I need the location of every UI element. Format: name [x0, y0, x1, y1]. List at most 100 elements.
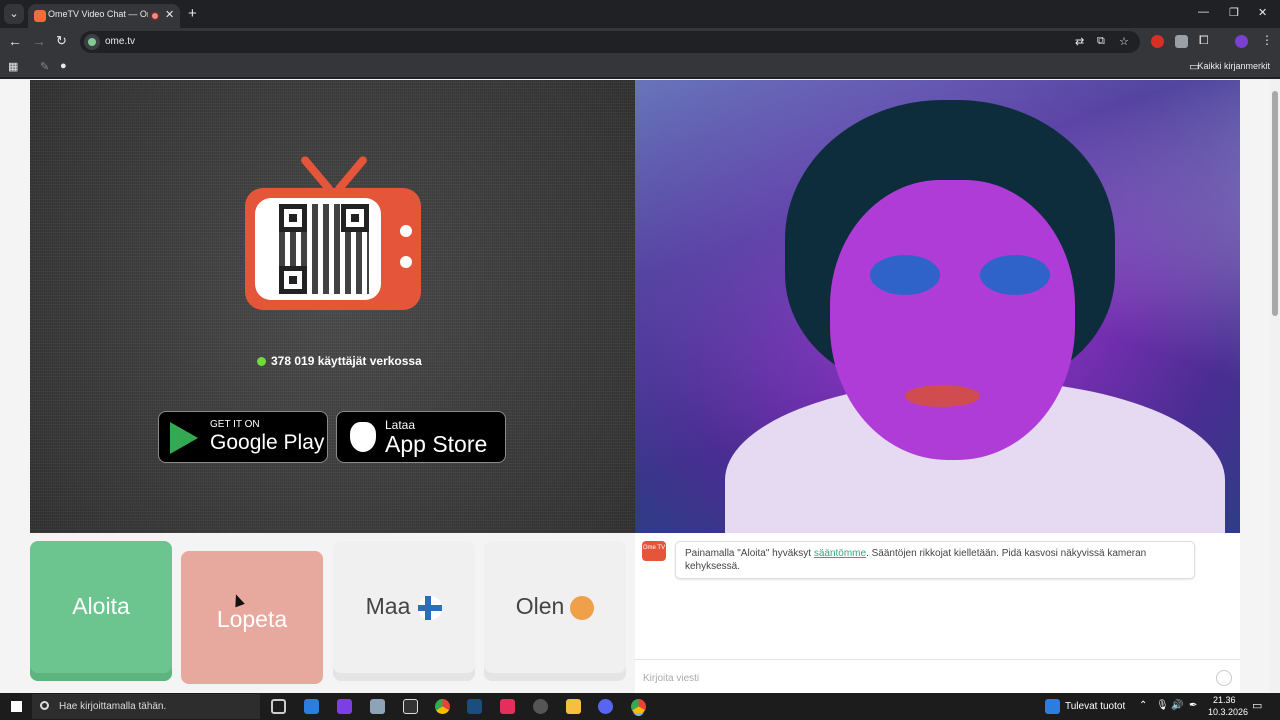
country-button[interactable]: Maa: [333, 541, 475, 681]
extension-gray-icon[interactable]: [1175, 35, 1188, 48]
gender-button-label: Olen: [515, 593, 565, 619]
clock-time[interactable]: 21.36: [1213, 695, 1236, 705]
self-camera-video: [635, 80, 1240, 533]
task-view-icon[interactable]: [271, 699, 286, 714]
chrome-active-icon[interactable]: [631, 699, 646, 714]
windows-start-icon[interactable]: [11, 701, 22, 712]
tv-knob: [400, 256, 412, 268]
all-bookmarks-link[interactable]: Kaikki kirjanmerkit: [1197, 61, 1270, 71]
start-button-label: Aloita: [72, 593, 130, 619]
tv-qr-logo: [245, 152, 421, 312]
extension-red-icon[interactable]: [1151, 35, 1164, 48]
discord-icon[interactable]: [598, 699, 613, 714]
qr-corner: [279, 204, 307, 232]
recording-indicator-icon: [150, 11, 160, 21]
bookmark-edit-icon[interactable]: ✎: [40, 60, 49, 73]
bookmark-star-icon[interactable]: ☆: [1119, 35, 1129, 48]
users-online-text: 378 019 käyttäjät verkossa: [271, 354, 422, 368]
tv-screen: [255, 198, 381, 300]
chrome-icon[interactable]: [435, 699, 450, 714]
back-button[interactable]: ←: [8, 33, 22, 49]
stop-button-label: Lopeta: [216, 606, 288, 632]
windows-taskbar: Hae kirjoittamalla tähän. Tulevat tuotot…: [0, 693, 1280, 720]
store-app-icon[interactable]: [304, 699, 319, 714]
news-widget-icon[interactable]: [1045, 699, 1060, 714]
install-app-icon[interactable]: ⧉: [1097, 35, 1105, 48]
page-scrollbar[interactable]: [1270, 79, 1280, 693]
browser-tab-strip: ⌄ OmeTV Video Chat — Ome ✕ + — ❐ ✕: [0, 0, 1280, 28]
ometv-page: 378 019 käyttäjät verkossa GET IT ON Goo…: [0, 79, 1270, 693]
forward-button[interactable]: →: [32, 33, 46, 49]
taskbar-search-placeholder: Hae kirjoittamalla tähän.: [59, 701, 167, 712]
minimize-button[interactable]: —: [1198, 6, 1209, 18]
ometv-chat-logo-icon: Ome TV: [642, 541, 666, 561]
users-online-count: 378 019 käyttäjät verkossa: [257, 354, 422, 368]
app-circle-icon[interactable]: [533, 699, 548, 714]
bookmark-site-icon[interactable]: ●: [60, 60, 67, 72]
woman-emoji-icon: [570, 595, 595, 620]
taskbar-search[interactable]: Hae kirjoittamalla tähän.: [32, 694, 260, 719]
browser-tab[interactable]: OmeTV Video Chat — Ome ✕: [28, 4, 180, 28]
system-message: Painamalla "Aloita" hyväksyt sääntömme. …: [675, 541, 1195, 579]
reload-button[interactable]: ↻: [56, 33, 67, 49]
rules-link[interactable]: sääntömme: [814, 548, 866, 559]
start-button[interactable]: Aloita: [30, 541, 172, 681]
app-gray-icon[interactable]: [370, 699, 385, 714]
restore-button[interactable]: ❐: [1229, 6, 1239, 19]
emoji-picker-icon[interactable]: [1216, 670, 1232, 686]
close-tab-icon[interactable]: ✕: [165, 8, 174, 21]
chat-message-input[interactable]: Kirjoita viesti: [635, 659, 1240, 693]
google-play-big-text: Google Play: [210, 431, 325, 454]
app-store-small-text: Lataa: [385, 418, 416, 432]
pen-icon[interactable]: ✒: [1189, 700, 1197, 711]
notifications-icon[interactable]: ▭: [1252, 699, 1262, 712]
google-play-small-text: GET IT ON: [210, 419, 260, 430]
camera-person-mouth: [905, 385, 980, 407]
close-window-button[interactable]: ✕: [1258, 6, 1267, 19]
partner-video-area: 378 019 käyttäjät verkossa GET IT ON Goo…: [30, 80, 635, 533]
country-button-label: Maa: [365, 593, 411, 619]
apple-icon: [350, 422, 376, 452]
google-play-icon: [170, 422, 198, 454]
profile-avatar[interactable]: [1235, 35, 1248, 48]
finland-flag-icon: [418, 595, 443, 620]
camera-person-face: [830, 180, 1075, 460]
qr-corner: [341, 204, 369, 232]
qr-corner: [279, 266, 307, 294]
steam-icon[interactable]: [467, 699, 482, 714]
address-bar[interactable]: ome.tv ⇄ ⧉ ☆: [80, 31, 1140, 53]
site-info-icon[interactable]: [84, 34, 100, 50]
online-dot-icon: [257, 357, 266, 367]
menu-more-icon[interactable]: ⋮: [1261, 33, 1273, 47]
scrollbar-thumb[interactable]: [1272, 91, 1278, 316]
capcut-icon[interactable]: [403, 699, 418, 714]
ometv-favicon-icon: [34, 10, 46, 22]
tray-chevron-icon[interactable]: ⌃: [1139, 700, 1147, 711]
browser-toolbar: ← → ↻ ome.tv ⇄ ⧉ ☆ ⧠ ⋮: [0, 28, 1280, 56]
stop-button[interactable]: Lopeta: [181, 551, 323, 684]
bookmarks-bar: ▦ ✎ ● ▭ Kaikki kirjanmerkit: [0, 56, 1280, 78]
news-widget-label[interactable]: Tulevat tuotot: [1065, 701, 1125, 712]
tiktok-icon[interactable]: [500, 699, 515, 714]
app-store-big-text: App Store: [385, 431, 488, 457]
new-tab-button[interactable]: +: [188, 5, 197, 22]
gender-button[interactable]: Olen: [484, 541, 626, 681]
google-play-badge[interactable]: GET IT ON Google Play: [158, 411, 328, 463]
translate-icon[interactable]: ⇄: [1075, 35, 1084, 48]
apps-grid-icon[interactable]: ▦: [8, 60, 18, 73]
clock-date[interactable]: 10.3.2026: [1208, 707, 1248, 717]
chat-input-placeholder: Kirjoita viesti: [643, 673, 700, 684]
tv-knob: [400, 225, 412, 237]
file-explorer-icon[interactable]: [566, 699, 581, 714]
app-store-badge[interactable]: Lataa App Store: [336, 411, 506, 463]
camera-person-eye: [980, 255, 1050, 295]
tv-body: [245, 188, 421, 310]
search-icon: [40, 701, 49, 710]
message-prefix: Painamalla "Aloita" hyväksyt: [685, 548, 814, 559]
microphone-icon[interactable]: 🎙: [1156, 700, 1169, 711]
app-purple-icon[interactable]: [337, 699, 352, 714]
tab-search-button[interactable]: ⌄: [4, 4, 24, 24]
extensions-puzzle-icon[interactable]: ⧠: [1199, 33, 1209, 48]
tab-title: OmeTV Video Chat — Ome: [48, 9, 148, 19]
volume-icon[interactable]: 🔊: [1171, 700, 1183, 711]
